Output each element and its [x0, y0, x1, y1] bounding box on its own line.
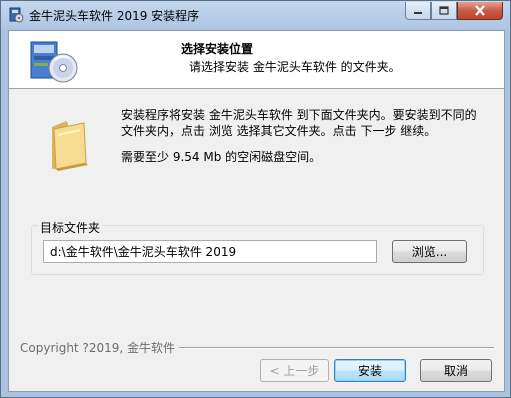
window-title: 金牛泥头车软件 2019 安装程序	[29, 9, 200, 23]
close-icon	[475, 5, 485, 16]
page-title: 选择安装位置	[181, 42, 254, 56]
close-button[interactable]	[457, 2, 503, 20]
installer-window: 金牛泥头车软件 2019 安装程序 选择安装位置 请选择安装 金牛泥头车软件 的…	[0, 0, 511, 398]
minimize-button[interactable]	[405, 2, 431, 20]
installer-app-icon	[9, 7, 24, 23]
back-button[interactable]: < 上一步	[260, 359, 329, 382]
install-button[interactable]: 安装	[334, 359, 406, 382]
maximize-button[interactable]	[431, 2, 457, 20]
install-package-icon	[30, 41, 78, 83]
cancel-button[interactable]: 取消	[420, 359, 492, 382]
browse-button[interactable]: 浏览...	[392, 240, 467, 263]
dialog-client-area: 选择安装位置 请选择安装 金牛泥头车软件 的文件夹。 安装程序将安装 金牛泥头车…	[8, 30, 505, 392]
description-text: 安装程序将安装 金牛泥头车软件 到下面文件夹内。要安装到不同的 文件夹内，点击 …	[121, 107, 493, 139]
folder-icon	[52, 121, 88, 171]
title-bar[interactable]: 金牛泥头车软件 2019 安装程序	[1, 1, 510, 29]
page-subtitle: 请选择安装 金牛泥头车软件 的文件夹。	[189, 60, 401, 74]
copyright-text: Copyright ?2019, 金牛软件	[20, 339, 179, 356]
minimize-icon	[414, 11, 422, 14]
page-header: 选择安装位置 请选择安装 金牛泥头车软件 的文件夹。	[9, 31, 504, 89]
space-required-text: 需要至少 9.54 Mb 的空闲磁盘空间。	[121, 150, 322, 164]
description-line-1: 安装程序将安装 金牛泥头车软件 到下面文件夹内。要安装到不同的	[121, 108, 477, 122]
description-line-2: 文件夹内，点击 浏览 选择其它文件夹。点击 下一步 继续。	[121, 124, 437, 138]
maximize-icon	[439, 5, 449, 15]
destination-folder-label: 目标文件夹	[38, 219, 103, 236]
destination-path-input[interactable]	[43, 240, 377, 263]
